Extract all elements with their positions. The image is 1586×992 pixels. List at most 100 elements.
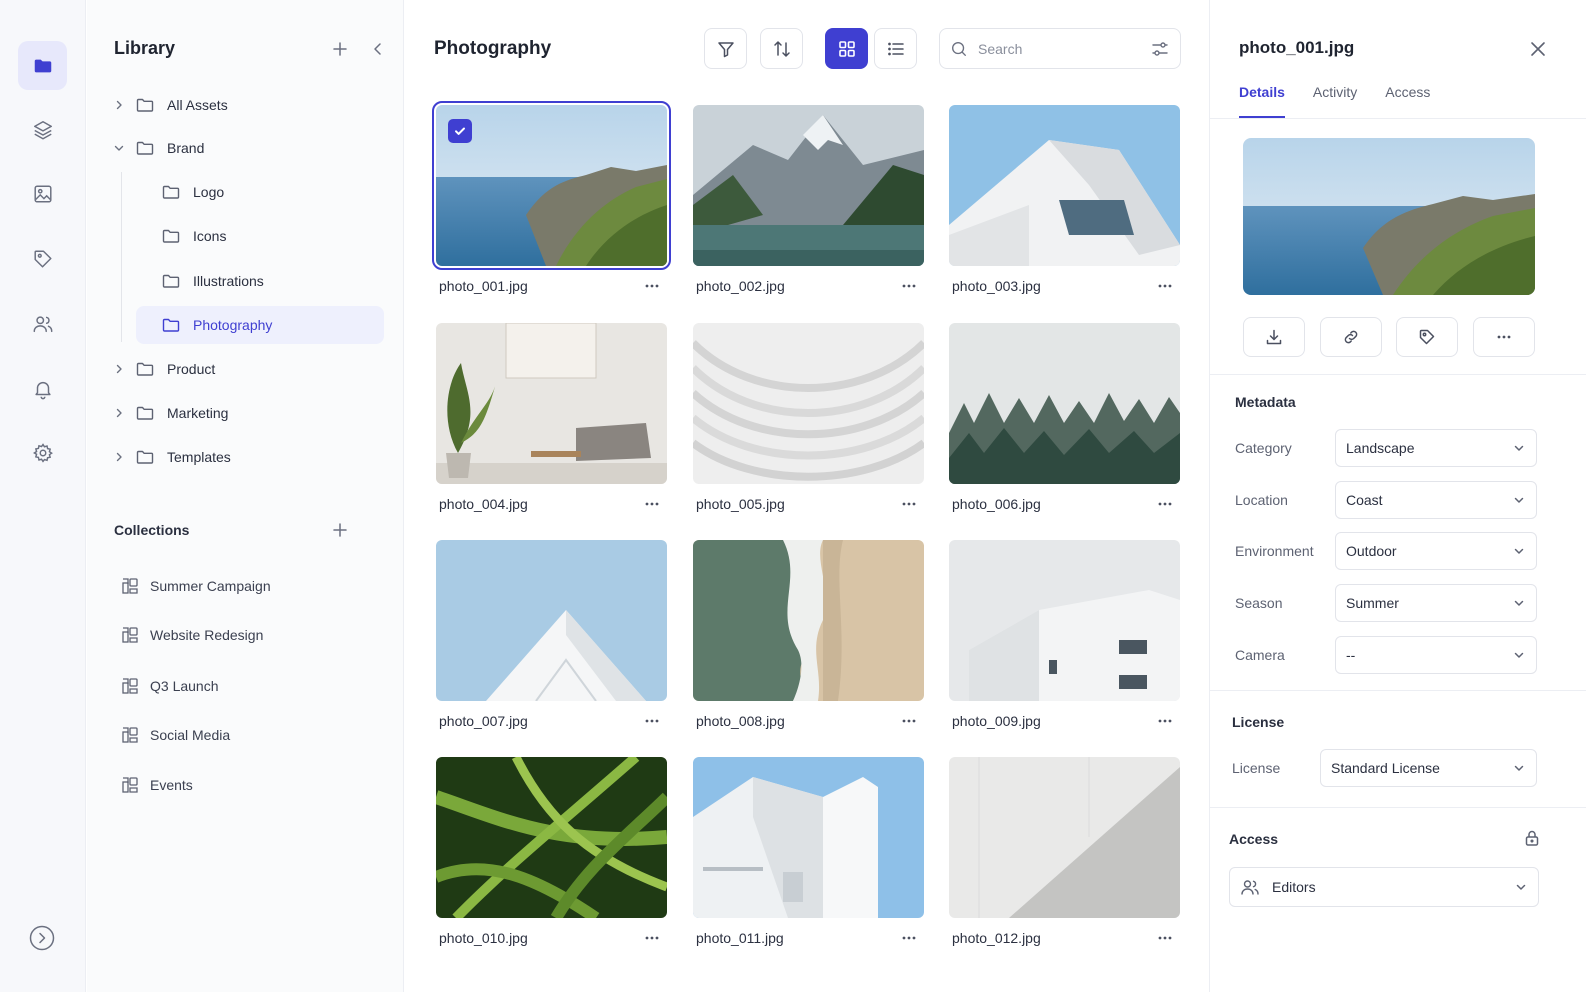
tree-item-product[interactable]: Product [111,350,383,388]
search-input[interactable] [978,40,1138,57]
more-horizontal-icon [1497,335,1511,339]
app-window: Library All Assets Brand Logo Icons Illu… [0,0,1586,992]
asset-thumbnail[interactable] [436,323,667,484]
more-horizontal-icon [902,284,916,288]
chevron-down-icon [1516,884,1526,890]
more-options-button[interactable] [641,277,663,295]
folder-icon [136,450,154,464]
collection-icon [122,777,138,793]
collection-icon [122,727,138,743]
collection-item-summer-campaign[interactable]: Summer Campaign [120,571,271,601]
more-horizontal-icon [645,719,659,723]
more-options-button[interactable] [1154,495,1176,513]
tab-details[interactable]: Details [1239,84,1285,118]
rail-image-button[interactable] [18,169,67,218]
close-panel-button[interactable] [1527,38,1549,60]
asset-thumbnail[interactable] [949,540,1180,701]
tree-item-label: Brand [167,140,205,156]
layers-icon [33,120,52,139]
tree-item-illustrations[interactable]: Illustrations [161,262,383,300]
select-value: Outdoor [1346,543,1397,559]
more-options-button[interactable] [898,712,920,730]
add-collection-button[interactable] [329,519,351,541]
rail-layers-button[interactable] [18,105,67,154]
copy-link-button[interactable] [1320,317,1382,357]
selection-checkbox[interactable] [448,119,472,143]
tag-icon [1419,329,1435,345]
more-options-button[interactable] [1154,277,1176,295]
rail-folder-button[interactable] [18,41,67,90]
folder-icon [136,362,154,376]
expand-rail-button[interactable] [29,925,55,951]
tree-item-marketing[interactable]: Marketing [111,394,383,432]
tree-item-all-assets[interactable]: All Assets [111,86,383,124]
access-select[interactable]: Editors [1229,867,1539,907]
more-options-button[interactable] [1154,929,1176,947]
field-label-category: Category [1235,440,1292,456]
more-options-button[interactable] [641,712,663,730]
asset-thumbnail[interactable] [949,757,1180,918]
rail-tag-button[interactable] [18,234,67,283]
more-horizontal-icon [1158,502,1172,506]
more-horizontal-icon [902,719,916,723]
tree-item-photography[interactable]: Photography [136,306,384,344]
tree-item-brand[interactable]: Brand [111,129,383,167]
camera-select[interactable]: -- [1335,636,1537,674]
rail-bell-button[interactable] [18,364,67,413]
more-options-button[interactable] [898,495,920,513]
asset-thumbnail[interactable] [693,757,924,918]
folder-icon [162,229,180,243]
location-select[interactable]: Coast [1335,481,1537,519]
tab-access[interactable]: Access [1385,84,1430,118]
grid-view-button[interactable] [825,28,868,69]
rail-settings-button[interactable] [18,428,67,477]
asset-thumbnail[interactable] [436,757,667,918]
access-title: Access [1229,831,1279,847]
tree-item-templates[interactable]: Templates [111,438,383,476]
sliders-icon[interactable] [1150,39,1170,59]
collection-item-website-redesign[interactable]: Website Redesign [120,620,263,650]
more-horizontal-icon [1158,719,1172,723]
sort-button[interactable] [760,28,803,69]
close-icon [1531,42,1545,56]
add-folder-button[interactable] [329,38,351,60]
tree-item-icons[interactable]: Icons [161,217,383,255]
more-options-button[interactable] [641,495,663,513]
collection-item-events[interactable]: Events [120,770,193,800]
more-options-button[interactable] [898,277,920,295]
more-actions-button[interactable] [1473,317,1535,357]
field-label-license: License [1232,760,1281,776]
rail-users-button[interactable] [18,299,67,348]
asset-thumbnail[interactable] [693,323,924,484]
more-options-button[interactable] [641,929,663,947]
filter-button[interactable] [704,28,747,69]
asset-thumbnail[interactable] [432,101,671,270]
category-select[interactable]: Landscape [1335,429,1537,467]
chevron-right-circle-icon [29,925,55,951]
asset-thumbnail[interactable] [693,105,924,266]
search-box [939,28,1181,69]
download-button[interactable] [1243,317,1305,357]
field-label-camera: Camera [1235,647,1285,663]
tree-item-label: Marketing [167,405,229,421]
more-options-button[interactable] [1154,712,1176,730]
add-tag-button[interactable] [1396,317,1458,357]
environment-select[interactable]: Outdoor [1335,532,1537,570]
plus-icon [333,523,347,537]
license-select[interactable]: Standard License [1320,749,1537,787]
collection-item-social-media[interactable]: Social Media [120,720,230,750]
collapse-sidebar-button[interactable] [367,38,389,60]
asset-thumbnail[interactable] [949,105,1180,266]
more-options-button[interactable] [898,929,920,947]
users-icon [1241,880,1259,895]
collection-item-q3-launch[interactable]: Q3 Launch [120,671,219,701]
list-view-button[interactable] [874,28,917,69]
sort-icon [773,40,790,57]
season-select[interactable]: Summer [1335,584,1537,622]
asset-thumbnail[interactable] [949,323,1180,484]
asset-thumbnail[interactable] [693,540,924,701]
tab-activity[interactable]: Activity [1313,84,1357,118]
tree-item-logo[interactable]: Logo [161,173,383,211]
lock-icon [1523,829,1541,847]
asset-thumbnail[interactable] [436,540,667,701]
